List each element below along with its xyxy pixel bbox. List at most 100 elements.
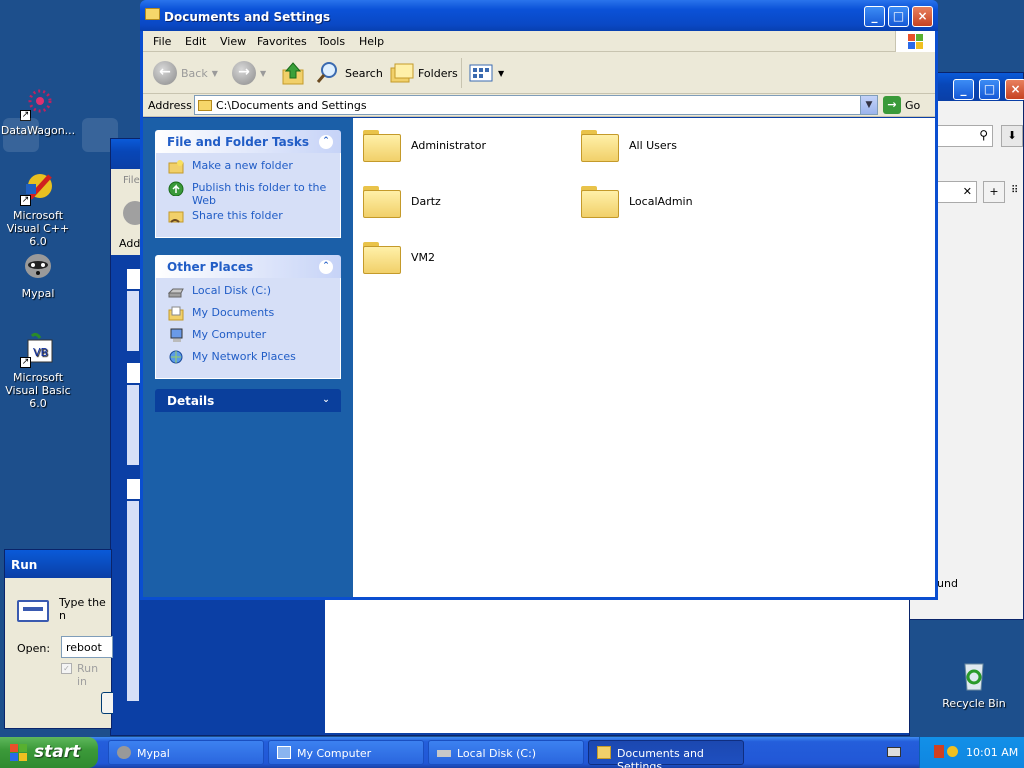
run-open-value: reboot [66,641,102,654]
close-button[interactable]: × [1005,79,1024,100]
menu-view[interactable]: View [220,35,246,48]
collapse-icon[interactable]: ⌃ [319,135,333,149]
maximize-button[interactable]: □ [888,6,909,27]
panel-header[interactable]: File and Folder Tasks ⌃ [155,130,341,153]
minimize-button[interactable]: _ [953,79,974,100]
panel-header[interactable]: Details ⌄ [155,389,341,412]
address-input[interactable]: C:\Documents and Settings ▼ [194,95,878,115]
explorer-window[interactable]: Documents and Settings _ □ × File Edit V… [140,0,938,600]
explorer-titlebar[interactable]: Documents and Settings _ □ × [140,0,938,31]
run-in-checkbox[interactable]: ✓ [61,663,72,674]
task-label: Publish this folder to the Web [192,181,327,207]
place-my-network-places[interactable]: My Network Places [168,350,340,370]
close-button[interactable]: × [912,6,933,27]
keyboard-icon[interactable] [887,747,901,757]
place-my-computer[interactable]: My Computer [168,328,340,348]
folder-icon [198,100,212,111]
panel-body: Local Disk (C:) My Documents My Computer… [155,278,341,379]
views-button[interactable]: ▼ [468,59,504,87]
window-title: Documents and Settings [164,10,331,24]
menu-help[interactable]: Help [359,35,384,48]
new-tab-button[interactable]: + [983,181,1005,203]
go-button[interactable]: → Go [883,96,920,114]
panel-title: Details [167,394,215,408]
folder-item[interactable]: LocalAdmin [581,184,693,218]
background-search-field[interactable]: ⚲ [937,125,993,147]
address-dropdown-button[interactable]: ▼ [860,96,877,114]
start-button[interactable]: start [0,737,98,768]
taskbar-button-documents-and-settings[interactable]: Documents and Settings [588,740,744,768]
desktop-icon-label: Microsoft Visual C++ 6.0 [6,209,70,248]
expand-icon[interactable]: ⌄ [319,394,333,408]
visual-basic-icon: VB ↗ [20,332,56,368]
up-folder-icon [282,62,304,85]
back-button[interactable]: ← Back ▼ [153,59,218,87]
run-dialog-titlebar[interactable]: Run [5,550,111,578]
folder-icon [597,746,611,759]
task-publish-web[interactable]: Publish this folder to the Web [168,181,340,207]
menu-favorites[interactable]: Favorites [257,35,307,48]
place-local-disk[interactable]: Local Disk (C:) [168,284,340,304]
desktop-icon-label: Mypal [21,287,55,300]
folders-icon [390,63,414,83]
tray-network-icon[interactable] [947,746,958,757]
folder-item[interactable]: All Users [581,128,677,162]
close-tab-icon[interactable]: ✕ [963,185,972,198]
taskbar-button-label: Documents and Settings [617,747,704,768]
background-menu-file[interactable]: File [123,175,140,186]
run-dialog[interactable]: Run Type the n Internet re Open: reboot … [4,549,113,729]
back-label: Back [181,66,208,80]
tray-tools-icon[interactable] [934,745,944,758]
menu-file[interactable]: File [153,35,171,48]
run-open-input[interactable]: reboot [61,636,113,658]
background-sidebar-panel [127,385,139,465]
desktop-icon-visual-basic[interactable]: VB ↗ Microsoft Visual Basic 6.0 [0,332,78,410]
panel-header[interactable]: Other Places ⌃ [155,255,341,278]
up-folder-button[interactable] [280,59,306,87]
folder-content-area: Administrator All Users Dartz LocalAdmin… [353,118,935,597]
desktop-icon-mypal[interactable]: Mypal [0,248,78,300]
background-status-text: und [937,577,958,590]
folder-name: All Users [629,138,677,152]
desktop-icon-label: Recycle Bin [942,697,1006,710]
apps-icon[interactable]: ⠿ [1011,185,1018,196]
task-make-new-folder[interactable]: Make a new folder [168,159,340,179]
folder-item[interactable]: VM2 [363,240,435,274]
network-places-icon [169,350,183,364]
place-label: My Computer [192,328,267,341]
task-label: Share this folder [192,209,283,222]
place-my-documents[interactable]: My Documents [168,306,340,326]
minimize-button[interactable]: _ [864,6,885,27]
taskbar-button-mypal[interactable]: Mypal [108,740,264,765]
clock: 10:01 AM [966,746,1019,759]
maximize-button[interactable]: □ [979,79,1000,100]
taskbar-button-my-computer[interactable]: My Computer [268,740,424,765]
folder-icon [145,8,160,20]
folder-icon [581,128,619,162]
collapse-icon[interactable]: ⌃ [319,260,333,274]
forward-button[interactable]: → ▼ [232,59,266,87]
folders-label: Folders [418,66,458,80]
desktop-icon-recycle-bin[interactable]: Recycle Bin [934,658,1014,710]
folder-item[interactable]: Dartz [363,184,441,218]
chevron-down-icon: ▼ [211,68,218,78]
task-share-folder[interactable]: Share this folder [168,209,340,229]
details-panel: Details ⌄ [155,389,341,412]
search-icon: ⚲ [979,128,988,142]
other-places-panel: Other Places ⌃ Local Disk (C:) My Docume… [155,255,341,379]
task-label: Make a new folder [192,159,293,172]
desktop-icon-visual-cpp[interactable]: ↗ Microsoft Visual C++ 6.0 [0,170,78,248]
background-tab[interactable]: ✕ [937,181,977,203]
folder-item[interactable]: Administrator [363,128,486,162]
search-button[interactable]: Search [315,59,383,87]
menu-edit[interactable]: Edit [185,35,206,48]
download-icon[interactable]: ⬇ [1001,125,1023,147]
place-label: My Network Places [192,350,296,363]
folders-button[interactable]: Folders [388,59,458,87]
menu-tools[interactable]: Tools [318,35,345,48]
local-disk-icon [437,750,451,757]
run-ok-button[interactable] [101,692,113,714]
panel-body: Make a new folder Publish this folder to… [155,153,341,238]
address-label: Address [148,99,192,112]
taskbar-button-local-disk[interactable]: Local Disk (C:) [428,740,584,765]
